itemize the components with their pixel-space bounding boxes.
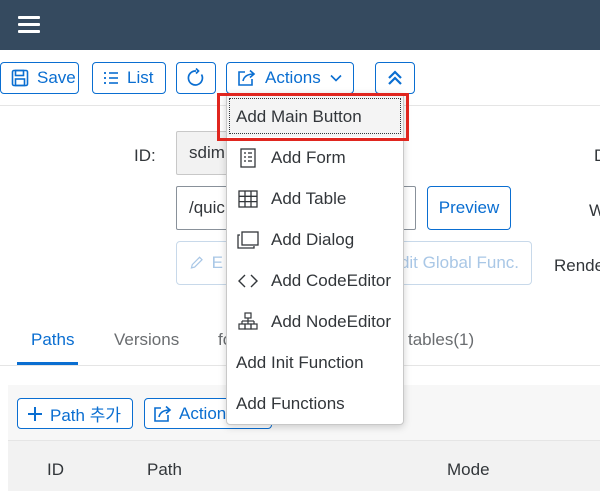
save-icon — [11, 69, 29, 87]
edit-button-label: E — [211, 253, 223, 272]
table-header-row — [8, 440, 600, 491]
preview-button[interactable]: Preview — [427, 186, 511, 230]
menu-item-add-nodeeditor[interactable]: Add NodeEditor — [227, 301, 403, 342]
menu-item-add-main-button[interactable]: Add Main Button — [227, 96, 403, 137]
actions-button-label: Actions — [265, 68, 321, 87]
list-button[interactable]: List — [92, 62, 166, 94]
table-icon — [235, 188, 261, 210]
dialog-icon — [235, 229, 261, 251]
code-icon — [235, 270, 261, 292]
menu-item-add-form[interactable]: Add Form — [227, 137, 403, 178]
menu-item-label: Add Functions — [236, 393, 345, 413]
double-chevron-up-icon — [388, 70, 402, 85]
menu-item-label: Add NodeEditor — [271, 311, 392, 331]
tab-paths[interactable]: Paths — [31, 330, 74, 350]
hierarchy-icon — [235, 311, 261, 333]
save-button-label: Save — [37, 68, 76, 87]
shell-header — [0, 0, 600, 50]
save-button[interactable]: Save — [0, 62, 79, 94]
edit-global-func-label: dit Global Func. — [399, 253, 519, 272]
id-label: ID: — [134, 146, 156, 165]
plus-icon — [28, 406, 42, 421]
menu-item-label: Add Dialog — [271, 229, 355, 249]
tab-versions[interactable]: Versions — [114, 330, 179, 350]
menu-item-add-init-function[interactable]: Add Init Function — [227, 342, 403, 383]
right-field-label-w: W — [589, 201, 600, 220]
menu-hamburger-icon[interactable] — [18, 14, 40, 34]
menu-item-label: Add Form — [271, 147, 346, 167]
column-header-id[interactable]: ID — [47, 460, 64, 480]
menu-item-add-functions[interactable]: Add Functions — [227, 383, 403, 424]
add-path-button[interactable]: Path 추가 — [17, 398, 133, 429]
form-icon — [235, 147, 261, 169]
active-tab-indicator — [17, 362, 78, 365]
menu-item-add-table[interactable]: Add Table — [227, 178, 403, 219]
add-path-label: Path 추가 — [50, 406, 121, 425]
share-action-icon — [154, 405, 172, 422]
column-header-mode[interactable]: Mode — [447, 460, 490, 480]
menu-item-label: Add Main Button — [236, 106, 362, 126]
list-icon — [104, 72, 118, 84]
actions-dropdown-menu: Add Main Button Add Form Add Table Add D… — [226, 93, 404, 425]
right-field-label-rende: Rende — [554, 256, 600, 275]
menu-item-label: Add Table — [271, 188, 347, 208]
panel-actions-label: Action — [179, 403, 227, 423]
menu-item-label: Add Init Function — [236, 352, 364, 372]
chevron-down-icon — [330, 74, 342, 82]
menu-item-add-codeeditor[interactable]: Add CodeEditor — [227, 260, 403, 301]
menu-item-label: Add CodeEditor — [271, 270, 392, 290]
actions-menu-button[interactable]: Actions — [226, 62, 354, 94]
collapse-header-button[interactable] — [375, 62, 415, 94]
list-button-label: List — [127, 68, 154, 87]
tab-tables[interactable]: tables(1) — [408, 330, 474, 350]
pencil-icon — [190, 256, 203, 269]
right-field-label-d: D — [594, 146, 600, 166]
menu-item-add-dialog[interactable]: Add Dialog — [227, 219, 403, 260]
refresh-button[interactable] — [176, 62, 216, 94]
refresh-icon — [187, 68, 204, 86]
share-action-icon — [238, 69, 256, 86]
column-header-path[interactable]: Path — [147, 460, 182, 480]
